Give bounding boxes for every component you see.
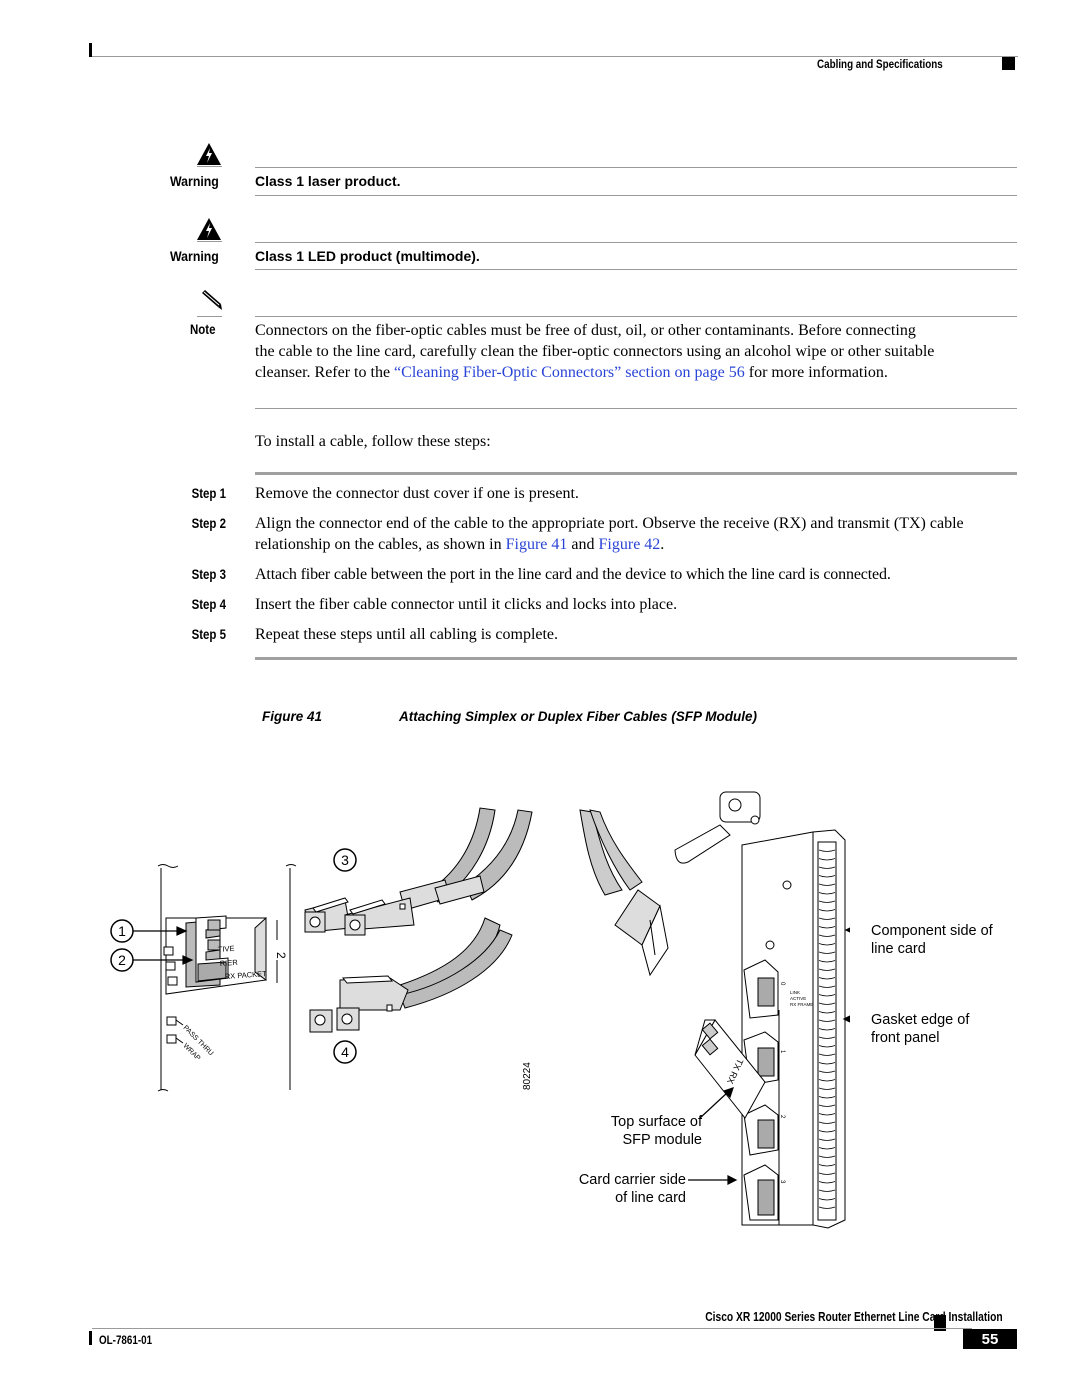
step-2-label: Step 2 [191,515,226,531]
note-icon-wrap [199,290,223,314]
step-1-text: Remove the connector dust cover if one i… [255,485,579,502]
label-gasket-edge: Gasket edge of front panel [871,1012,970,1046]
figure-number: Figure 41 [262,709,323,724]
note-text: Connectors on the fiber-optic cables mus… [255,320,935,383]
warning-2-bottom-rule [255,269,1017,270]
step-2-text: Align the connector end of the cable to … [255,515,964,553]
led-label-active: ACTIVE [790,996,806,1001]
callout-3: 3 [333,848,357,872]
warning-triangle-icon [197,143,221,165]
panel-label-carrier: RIER [220,958,239,968]
header-marker-block [1002,57,1015,70]
note-top-rule [255,316,1017,317]
warning-1-bottom-rule [255,195,1017,196]
warning-2-icon-rule [197,241,222,242]
callout-1: 1 [110,919,134,943]
step-4-label: Step 4 [191,596,226,612]
steps-top-rule [255,472,1017,475]
page-number-box: 55 [963,1329,1017,1349]
svg-text:2: 2 [118,952,126,968]
footer-doc-title: Cisco XR 12000 Series Router Ethernet Li… [705,1310,1003,1324]
callout-4: 4 [333,1040,357,1064]
warning-2-label: Warning [170,248,219,264]
art-id-left: 80224 [522,1062,533,1090]
duplex-connector-lower [309,917,513,1033]
warning-1-top-rule [255,167,1017,168]
svg-text:3: 3 [341,852,349,868]
port-number: 2 [274,952,288,959]
note-label-text: Note [190,321,216,337]
warning-1-label: Warning [170,173,219,189]
figure-title: Attaching Simplex or Duplex Fiber Cables… [399,709,758,724]
led-label-link: LINK [790,990,800,995]
svg-text:4: 4 [341,1044,349,1060]
step-5-label: Step 5 [191,626,226,642]
note-cross-ref-link[interactable]: “Cleaning Fiber-Optic Connectors” sectio… [394,364,745,381]
label-card-carrier: Card carrier side of line card [578,1172,686,1206]
led-label-rx-frame: RX FRAME [790,1002,813,1007]
figure-left-illustration: TIVE RIER RX PACKET PASS THRU WRAP 2 1 2 [110,807,533,1092]
svg-text:1: 1 [118,923,126,939]
warning-1-text: Class 1 laser product. [255,173,401,189]
panel-screw-hole [782,880,792,890]
pencil-note-icon [202,290,222,310]
step-1-label: Step 1 [191,485,226,501]
callout-2: 2 [110,948,134,972]
duplex-connector-upper [304,807,533,936]
page-number: 55 [981,1331,999,1348]
step-4-text: Insert the fiber cable connector until i… [255,596,678,613]
label-component-side: Component side of line card [871,923,993,957]
intro-text: To install a cable, follow these steps: [255,433,491,450]
note-icon-rule [197,316,222,317]
note-text-tail: for more information. [744,364,888,381]
warning-2-icon-wrap [196,217,222,243]
section-title-text: Cabling and Specifications [817,57,943,71]
fiber-cable [579,809,669,977]
panel-label-active: TIVE [218,944,235,954]
panel-screw-hole [765,940,775,950]
step-3-text: Attach fiber cable between the port in t… [255,566,891,583]
label-top-surface: Top surface of SFP module [610,1114,702,1148]
panel-label-pass-thru: PASS THRU [182,1024,215,1057]
footer-doc-number: OL-7861-01 [99,1333,153,1347]
step-3-label: Step 3 [191,566,226,582]
figure-right-illustration: LINK ACTIVE RX FRAME 0 1 2 3 TX RX 57654 [579,791,850,1229]
footer-left-bar [89,1331,92,1345]
footer-rule [92,1328,972,1329]
warning-triangle-icon [197,218,221,240]
warning-2-text: Class 1 LED product (multimode). [255,248,480,264]
note-label: Note [190,321,221,339]
steps-bottom-rule [255,657,1017,660]
step-5-text: Repeat these steps until all cabling is … [255,626,559,643]
figure-42-link[interactable]: Figure 42 [599,536,661,553]
warning-1-icon-rule [197,166,222,167]
note-bottom-rule [255,408,1017,409]
warning-1-icon-wrap [196,142,222,168]
figure-41-link[interactable]: Figure 41 [506,536,568,553]
header-section-title: Cabling and Specifications [817,57,970,72]
warning-2-top-rule [255,242,1017,243]
header-left-bar [89,43,92,57]
